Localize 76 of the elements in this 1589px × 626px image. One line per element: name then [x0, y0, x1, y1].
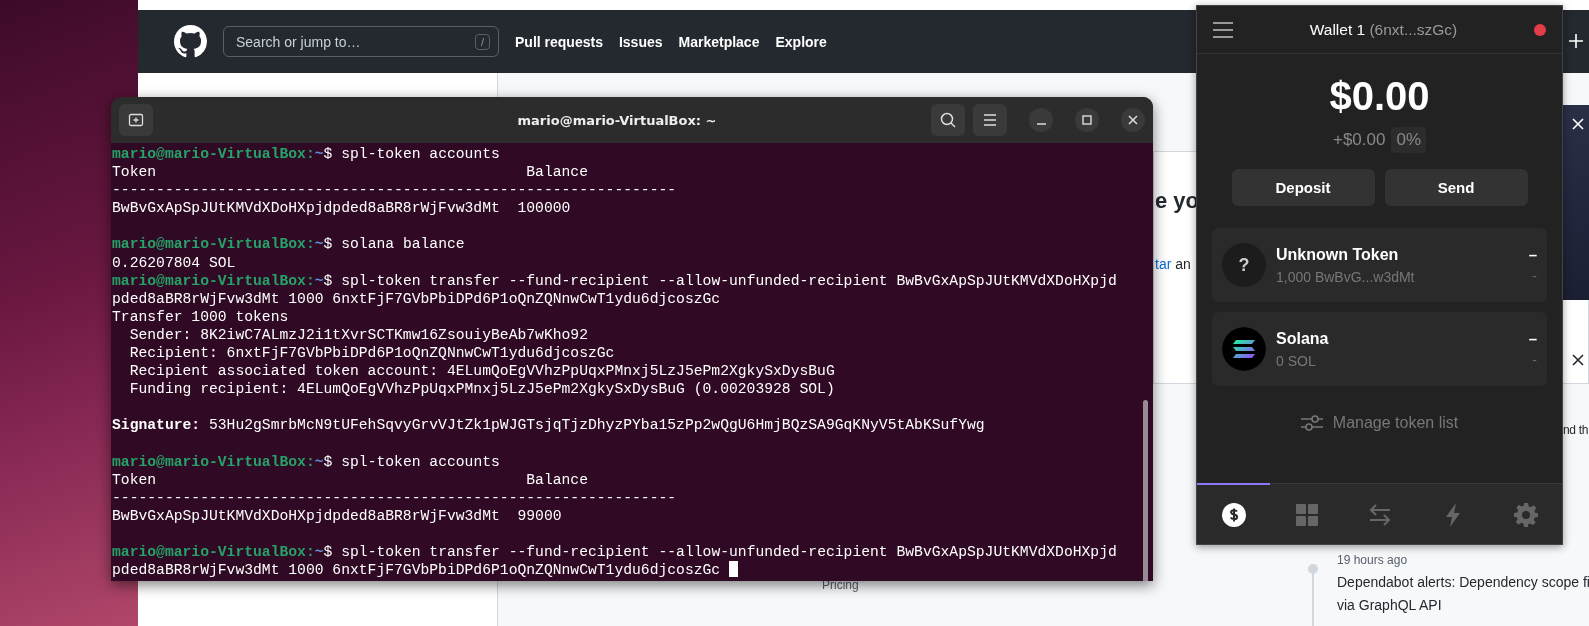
body-text: an [1175, 256, 1191, 272]
window-title: mario@mario-VirtualBox: ~ [516, 112, 718, 128]
terminal-output-line: Token Balance [112, 163, 589, 182]
terminal-output-line: Recipient associated token account: 4ELumQoEgVVhzPpUqxPMnxj5LzJ5ePm2XgkySxDysBuG [128, 362, 836, 381]
token-value-change: - [1532, 352, 1537, 368]
menu-icon[interactable] [1213, 21, 1233, 38]
terminal-output-line: Signature: 53Hu2gSmrbMcN9tUFehSqvyGrvVJtZk1pWJGTsjqTjzDhyzPYba15zPp2wQgU6HmjBQzSA9GqKNyV5tAbKSufYwg [112, 416, 986, 435]
balance-change: +$0.00 [1332, 130, 1386, 150]
terminal-output-line: ---------------------------------------------------------------- [112, 181, 678, 200]
token-card[interactable]: Solana 0 SOL – - [1212, 312, 1547, 386]
maximize-icon [1082, 115, 1092, 125]
cat-logo-icon[interactable] [174, 25, 207, 58]
sliders-icon [1300, 414, 1323, 432]
nav-link[interactable]: Marketplace [678, 33, 760, 50]
minimize-button[interactable] [1029, 108, 1053, 132]
new-tab-button[interactable] [119, 104, 153, 136]
settings-icon [1513, 502, 1538, 527]
nav-link[interactable]: Pull requests [515, 33, 603, 50]
close-icon [1128, 115, 1138, 125]
change-percent: 0% [1391, 127, 1427, 153]
terminal-output-line: ---------------------------------------------------------------- [112, 488, 678, 507]
token-amount: 1,000 BwBvG...w3dMt [1276, 268, 1416, 285]
token-value-change: - [1532, 268, 1537, 284]
shortcut-key: / [474, 33, 490, 50]
token-card[interactable]: ? Unknown Token 1,000 BwBvG...w3dMt – - [1212, 228, 1547, 302]
minimize-icon [1036, 123, 1046, 125]
close-button[interactable] [1121, 108, 1145, 132]
close-icon[interactable] [1572, 354, 1584, 366]
search-icon [940, 112, 956, 128]
lightning-icon [1444, 502, 1461, 527]
text-link[interactable]: tar [1155, 256, 1172, 272]
terminal-output-line: Recipient: 6nxtFjF7GVbPbiDPd6P1oQnZQNnwCwT1ydu6djcoszGc [128, 344, 616, 363]
token-value: – [1528, 330, 1537, 347]
terminal-output-line: pded8aBR8rWjFvw3dMt 1000 6nxtFjF7GVbPbiDPd6P1oQnZQNnwCwT1ydu6djcoszGc [112, 561, 1153, 580]
terminal-prompt-line: mario@mario-VirtualBox:~$ spl-token accounts [112, 452, 501, 471]
token-value: – [1528, 246, 1537, 263]
solana-icon [1222, 327, 1266, 371]
terminal-output-line: BwBvGxApSpJUtKMVdXDoHXpjdpded8aBR8rWjFvw3dMt 99000 [112, 506, 563, 525]
changelog-title[interactable]: Dependabot alerts: Dependency scope fi [1337, 572, 1589, 593]
terminal-prompt-line: mario@mario-VirtualBox:~$ spl-token accounts [112, 145, 501, 164]
status-dot [1534, 23, 1546, 36]
terminal-output-line: Token Balance [112, 470, 589, 489]
new-tab-icon [128, 112, 144, 128]
terminal-output-line: pded8aBR8rWjFvw3dMt 1000 6nxtFjF7GVbPbiDPd6P1oQnZQNnwCwT1ydu6djcoszGc [112, 289, 722, 308]
changelog-title[interactable]: via GraphQL API [1337, 595, 1589, 616]
search-button[interactable] [931, 104, 965, 136]
terminal-output-line: Transfer 1000 tokens [112, 307, 290, 326]
wallet-title[interactable]: Wallet 1 (6nxt...szGc) [1233, 20, 1534, 39]
nav-link[interactable]: Explore [775, 33, 827, 50]
grid-icon [1295, 503, 1318, 526]
unknown-token-icon: ? [1222, 243, 1266, 287]
wallet-action-button[interactable]: Send [1384, 169, 1528, 206]
terminal-prompt-line: mario@mario-VirtualBox:~$ spl-token transfer --fund-recipient --allow-unfunded-recipient BwBvGxApSpJUtKMVdXDoHXpjd [112, 271, 1118, 290]
terminal-prompt-line: mario@mario-VirtualBox:~$ spl-token transfer --fund-recipient --allow-unfunded-recipient BwBvGxApSpJUtKMVdXDoHXpjd [112, 543, 1118, 562]
token-name: Solana [1276, 329, 1330, 348]
body-text: nd th [1563, 423, 1589, 437]
terminal-output-line: Funding recipient: 4ELumQoEgVVhzPpUqxPMnxj5LzJ5ePm2XgkySxDysBuG (0.00203928 SOL) [128, 380, 836, 399]
nav-link[interactable]: Issues [618, 33, 663, 50]
token-name: Unknown Token [1276, 245, 1400, 264]
scrollbar[interactable] [1143, 400, 1148, 581]
terminal-prompt-line: mario@mario-VirtualBox:~$ solana balance [112, 235, 466, 254]
maximize-button[interactable] [1075, 108, 1099, 132]
token-amount: 0 SOL [1276, 352, 1317, 369]
manage-token-list-button[interactable]: Manage token list [1296, 410, 1463, 436]
timestamp: 19 hours ago [1337, 553, 1409, 567]
wallet-action-button[interactable]: Deposit [1231, 169, 1375, 206]
plus-icon[interactable] [1569, 34, 1583, 48]
swap-icon [1367, 503, 1392, 526]
menu-icon [983, 114, 997, 126]
terminal-output-line: 0.26207804 SOL [112, 253, 237, 272]
dollar-icon [1221, 502, 1246, 527]
balance-amount: $0.00 [1328, 74, 1431, 119]
terminal-output-line: Sender: 8K2iwC7ALmzJ2i1tXvrSCTKmw16ZsouiyBeAb7wKho92 [128, 325, 589, 345]
terminal-output-line: BwBvGxApSpJUtKMVdXDoHXpjdpded8aBR8rWjFvw3dMt 100000 [112, 199, 572, 218]
search-field[interactable]: Search or jump to… / [223, 26, 499, 57]
menu-button[interactable] [973, 104, 1007, 136]
